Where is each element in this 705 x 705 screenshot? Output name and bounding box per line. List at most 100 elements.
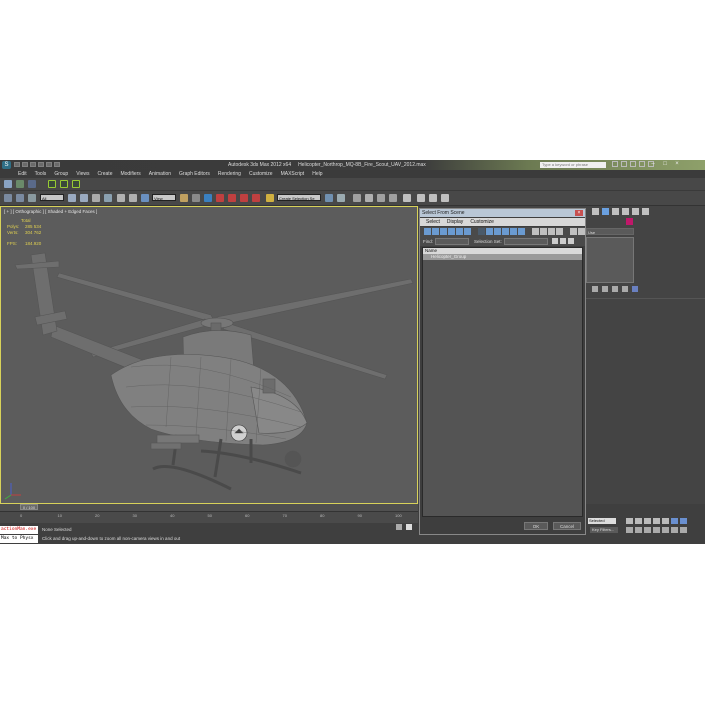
- frame-counter[interactable]: 0 / 100: [20, 504, 38, 510]
- scale-icon[interactable]: [141, 194, 149, 202]
- next-frame-icon[interactable]: [653, 518, 660, 524]
- window-crossing-icon[interactable]: [104, 194, 112, 202]
- zoom-all-icon[interactable]: [635, 527, 642, 533]
- angle-snap-icon[interactable]: [60, 180, 68, 188]
- display-none-icon[interactable]: [540, 228, 547, 235]
- zoom-extents-icon[interactable]: [644, 527, 651, 533]
- percent-snap-toggle-icon[interactable]: [240, 194, 248, 202]
- show-end-result-icon[interactable]: [602, 286, 608, 292]
- menu-item-graph-editors[interactable]: Graph Editors: [179, 170, 210, 178]
- select-icon[interactable]: [68, 194, 76, 202]
- open-file-icon[interactable]: [22, 162, 28, 167]
- render-setup-icon[interactable]: [417, 194, 425, 202]
- field-of-view-icon[interactable]: [653, 527, 660, 533]
- menu-item-views[interactable]: Views: [76, 170, 89, 178]
- modifier-stack-list[interactable]: [586, 237, 634, 283]
- orbit-icon[interactable]: [671, 527, 678, 533]
- dialog-close-icon[interactable]: ×: [575, 210, 583, 216]
- display-space-warps-icon[interactable]: [464, 228, 471, 235]
- app-logo-icon[interactable]: S: [2, 161, 11, 169]
- rendered-frame-icon[interactable]: [429, 194, 437, 202]
- edit-named-selection-icon[interactable]: [266, 194, 274, 202]
- display-helpers-icon[interactable]: [456, 228, 463, 235]
- set-key-filter-dropdown[interactable]: Selected: [588, 518, 616, 524]
- menu-item-customize[interactable]: Customize: [249, 170, 273, 178]
- pivot-center-icon[interactable]: [180, 194, 188, 202]
- display-all-icon[interactable]: [532, 228, 539, 235]
- pin-stack-icon[interactable]: [592, 286, 598, 292]
- selection-filter-dropdown[interactable]: All: [40, 194, 64, 201]
- go-to-end-icon[interactable]: [662, 518, 669, 524]
- align-icon[interactable]: [337, 194, 345, 202]
- select-region-icon[interactable]: [28, 180, 36, 188]
- save-file-icon[interactable]: [30, 162, 36, 167]
- select-invert-icon[interactable]: [568, 238, 574, 244]
- create-tab-icon[interactable]: [592, 208, 599, 215]
- select-by-name-icon[interactable]: [80, 194, 88, 202]
- redo-icon[interactable]: [46, 162, 52, 167]
- object-color-swatch[interactable]: [626, 218, 633, 225]
- maximize-icon[interactable]: □: [660, 160, 670, 168]
- dialog-menu-display[interactable]: Display: [447, 218, 463, 226]
- select-object-icon[interactable]: [4, 180, 12, 188]
- motion-tab-icon[interactable]: [622, 208, 629, 215]
- menu-item-edit[interactable]: Edit: [18, 170, 27, 178]
- maxscript-mini-listener[interactable]: Max to Physx: [0, 535, 38, 543]
- display-cameras-icon[interactable]: [448, 228, 455, 235]
- project-folder-icon[interactable]: [54, 162, 60, 167]
- previous-frame-icon[interactable]: [635, 518, 642, 524]
- display-bones-icon[interactable]: [494, 228, 501, 235]
- angle-snap-toggle-icon[interactable]: [228, 194, 236, 202]
- named-selection-dropdown[interactable]: Create Selection Se: [277, 194, 321, 201]
- display-shapes-icon[interactable]: [432, 228, 439, 235]
- scene-object-list[interactable]: Name Helicopter_Group: [422, 247, 583, 517]
- key-filters-button[interactable]: Key Filters...: [590, 527, 618, 533]
- menu-item-group[interactable]: Group: [54, 170, 68, 178]
- dialog-menu-select[interactable]: Select: [426, 218, 440, 226]
- maximize-viewport-icon[interactable]: [680, 527, 687, 533]
- menu-item-help[interactable]: Help: [312, 170, 322, 178]
- minimize-icon[interactable]: –: [648, 160, 658, 168]
- undo-icon[interactable]: [38, 162, 44, 167]
- menu-item-maxscript[interactable]: MAXScript: [281, 170, 305, 178]
- percent-snap-icon[interactable]: [72, 180, 80, 188]
- utilities-tab-icon[interactable]: [642, 208, 649, 215]
- maxscript-listener-line[interactable]: actionMan.exe: [0, 526, 38, 534]
- schematic-view-icon[interactable]: [389, 194, 397, 202]
- select-by-name-icon[interactable]: [16, 180, 24, 188]
- hierarchy-tab-icon[interactable]: [612, 208, 619, 215]
- new-file-icon[interactable]: [14, 162, 20, 167]
- absolute-mode-icon[interactable]: [406, 524, 412, 530]
- undo-icon[interactable]: [4, 194, 12, 202]
- link-icon[interactable]: [28, 194, 36, 202]
- list-item[interactable]: Helicopter_Group: [423, 254, 582, 260]
- track-bar[interactable]: 0 10 20 30 40 50 60 70 80 90 100: [0, 512, 418, 523]
- filter-icon[interactable]: [570, 228, 577, 235]
- ok-button[interactable]: OK: [524, 522, 548, 530]
- display-hidden-icon[interactable]: [518, 228, 525, 235]
- pan-icon[interactable]: [662, 527, 669, 533]
- render-production-icon[interactable]: [441, 194, 449, 202]
- display-geometry-icon[interactable]: [424, 228, 431, 235]
- filter-settings-icon[interactable]: [578, 228, 585, 235]
- play-icon[interactable]: [644, 518, 651, 524]
- perspective-viewport[interactable]: [ + ] [ Orthographic ] [ Shaded + Edged …: [0, 206, 418, 504]
- select-all-icon[interactable]: [552, 238, 558, 244]
- snap-toggle-icon[interactable]: [48, 180, 56, 188]
- display-frozen-icon[interactable]: [510, 228, 517, 235]
- close-icon[interactable]: ×: [672, 160, 682, 168]
- modifier-list-dropdown[interactable]: Use: [586, 228, 634, 235]
- sync-selection-icon[interactable]: [556, 228, 563, 235]
- search-input[interactable]: Type a keyword or phrase: [540, 162, 606, 168]
- remove-modifier-icon[interactable]: [622, 286, 628, 292]
- menu-item-create[interactable]: Create: [97, 170, 112, 178]
- select-manipulate-icon[interactable]: [192, 194, 200, 202]
- communication-icon[interactable]: [630, 161, 636, 167]
- snaps-3d-icon[interactable]: [216, 194, 224, 202]
- selection-set-dropdown[interactable]: [504, 238, 548, 245]
- modify-tab-icon[interactable]: [602, 208, 609, 215]
- spinner-snap-icon[interactable]: [252, 194, 260, 202]
- curve-editor-icon[interactable]: [377, 194, 385, 202]
- go-to-start-icon[interactable]: [626, 518, 633, 524]
- display-tab-icon[interactable]: [632, 208, 639, 215]
